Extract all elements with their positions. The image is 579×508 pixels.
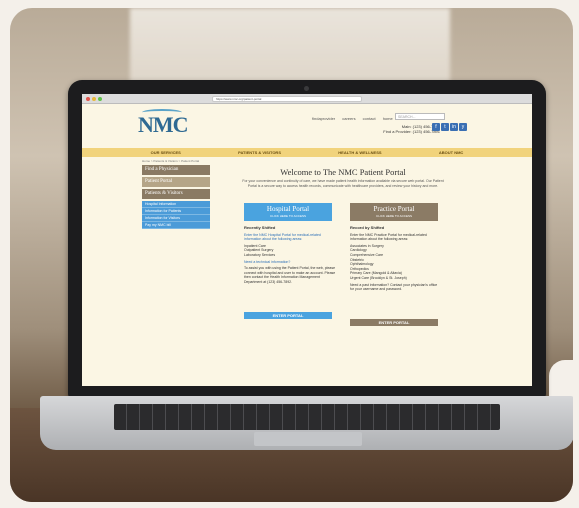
twitter-icon[interactable]: t bbox=[441, 123, 449, 131]
address-bar[interactable]: https://www.nmc.org/patient-portal bbox=[212, 96, 362, 102]
nav-about[interactable]: ABOUT NMC bbox=[439, 148, 463, 157]
practice-intro-text: Enter the NMC Practice Portal for medica… bbox=[350, 232, 427, 242]
practice-portal-subtitle: CLICK HERE TO ACCESS bbox=[376, 214, 412, 218]
hospital-help-link[interactable]: Need a technical information? bbox=[244, 260, 336, 265]
keyboard bbox=[114, 404, 500, 430]
enter-hospital-portal-button[interactable]: ENTER PORTAL bbox=[244, 312, 332, 319]
background-window bbox=[130, 8, 450, 88]
browser-toolbar: https://www.nmc.org/patient-portal bbox=[82, 94, 532, 104]
practice-section-heading: Record by Shifted bbox=[350, 225, 385, 230]
sidebar-subitem-visitors[interactable]: Information for Visitors bbox=[142, 215, 210, 222]
practice-column: Record by Shifted Enter the NMC Practice… bbox=[350, 225, 442, 294]
hospital-portal-title: Hospital Portal bbox=[266, 205, 310, 213]
laptop-lid: https://www.nmc.org/patient-portal NMC f… bbox=[68, 80, 546, 398]
sidebar-item-patients-visitors[interactable]: Patients & Visitors bbox=[142, 189, 210, 199]
hospital-portal-subtitle: CLICK HERE TO ACCESS bbox=[270, 214, 306, 218]
maximize-window-icon[interactable] bbox=[98, 97, 102, 101]
nav-health-wellness[interactable]: HEALTH & WELLNESS bbox=[338, 148, 381, 157]
hospital-portal-button[interactable]: Hospital Portal CLICK HERE TO ACCESS bbox=[244, 203, 332, 221]
contact-phone: Main: (123) 456-7890 Find a Provider: (1… bbox=[360, 124, 440, 134]
hospital-section-heading: Recently Shifted bbox=[244, 225, 276, 230]
practice-help-text: Need a past information? Contact your ph… bbox=[350, 282, 438, 292]
sidebar-item-patient-portal[interactable]: Patient Portal bbox=[142, 177, 210, 187]
practice-portal-title: Practice Portal bbox=[373, 205, 415, 213]
practice-area-item: Urgent Care (Brooklyn & St. Joseph) bbox=[350, 275, 407, 280]
webcam-icon bbox=[304, 86, 309, 91]
trackpad bbox=[254, 432, 362, 446]
facebook-icon[interactable]: f bbox=[432, 123, 440, 131]
site-logo[interactable]: NMC bbox=[138, 112, 189, 138]
utility-links[interactable]: findaprovider careers contact home bbox=[312, 116, 393, 121]
laptop-base bbox=[40, 396, 573, 450]
youtube-icon[interactable]: y bbox=[459, 123, 467, 131]
search-input[interactable]: SEARCH... bbox=[395, 113, 445, 120]
hospital-intro-link[interactable]: Enter the NMC Hospital Portal for medica… bbox=[244, 233, 336, 242]
practice-portal-button[interactable]: Practice Portal CLICK HERE TO ACCESS bbox=[350, 203, 438, 221]
intro-text: For your convenience and continuity of c… bbox=[242, 179, 444, 188]
hospital-column: Recently Shifted Enter the NMC Hospital … bbox=[244, 225, 336, 287]
laptop-screen: https://www.nmc.org/patient-portal NMC f… bbox=[82, 94, 532, 386]
main-nav: OUR SERVICES PATIENTS & VISITORS HEALTH … bbox=[82, 148, 532, 157]
minimize-window-icon[interactable] bbox=[92, 97, 96, 101]
sidebar-subitem-pay-bill[interactable]: Pay my NMC bill bbox=[142, 222, 210, 229]
nav-our-services[interactable]: OUR SERVICES bbox=[151, 148, 181, 157]
sidebar-subitem-patients[interactable]: Information for Patients bbox=[142, 208, 210, 215]
photo-frame: https://www.nmc.org/patient-portal NMC f… bbox=[10, 8, 573, 502]
phone-provider: Find a Provider: (123) 456-7891 bbox=[383, 129, 440, 134]
hospital-help-text: To assist you with using the Patient Por… bbox=[244, 266, 336, 284]
hospital-area-item: Laboratory Services bbox=[244, 252, 276, 257]
page-content: Home > Patients & Visitors > Patient Por… bbox=[82, 157, 532, 386]
close-window-icon[interactable] bbox=[86, 97, 90, 101]
page-title: Welcome to The NMC Patient Portal bbox=[280, 167, 406, 177]
sidebar-subitem-hospital-info[interactable]: Hospital Information bbox=[142, 201, 210, 208]
linkedin-icon[interactable]: in bbox=[450, 123, 458, 131]
enter-practice-portal-button[interactable]: ENTER PORTAL bbox=[350, 319, 438, 326]
social-links: f t in y bbox=[432, 123, 467, 131]
site-header: NMC findaprovider careers contact home S… bbox=[82, 104, 532, 148]
breadcrumb[interactable]: Home > Patients & Visitors > Patient Por… bbox=[142, 159, 199, 163]
sidebar-item-find-physician[interactable]: Find a Physician bbox=[142, 165, 210, 175]
nav-patients-visitors[interactable]: PATIENTS & VISITORS bbox=[238, 148, 281, 157]
sidebar: Find a Physician Patient Portal Patients… bbox=[142, 165, 210, 229]
